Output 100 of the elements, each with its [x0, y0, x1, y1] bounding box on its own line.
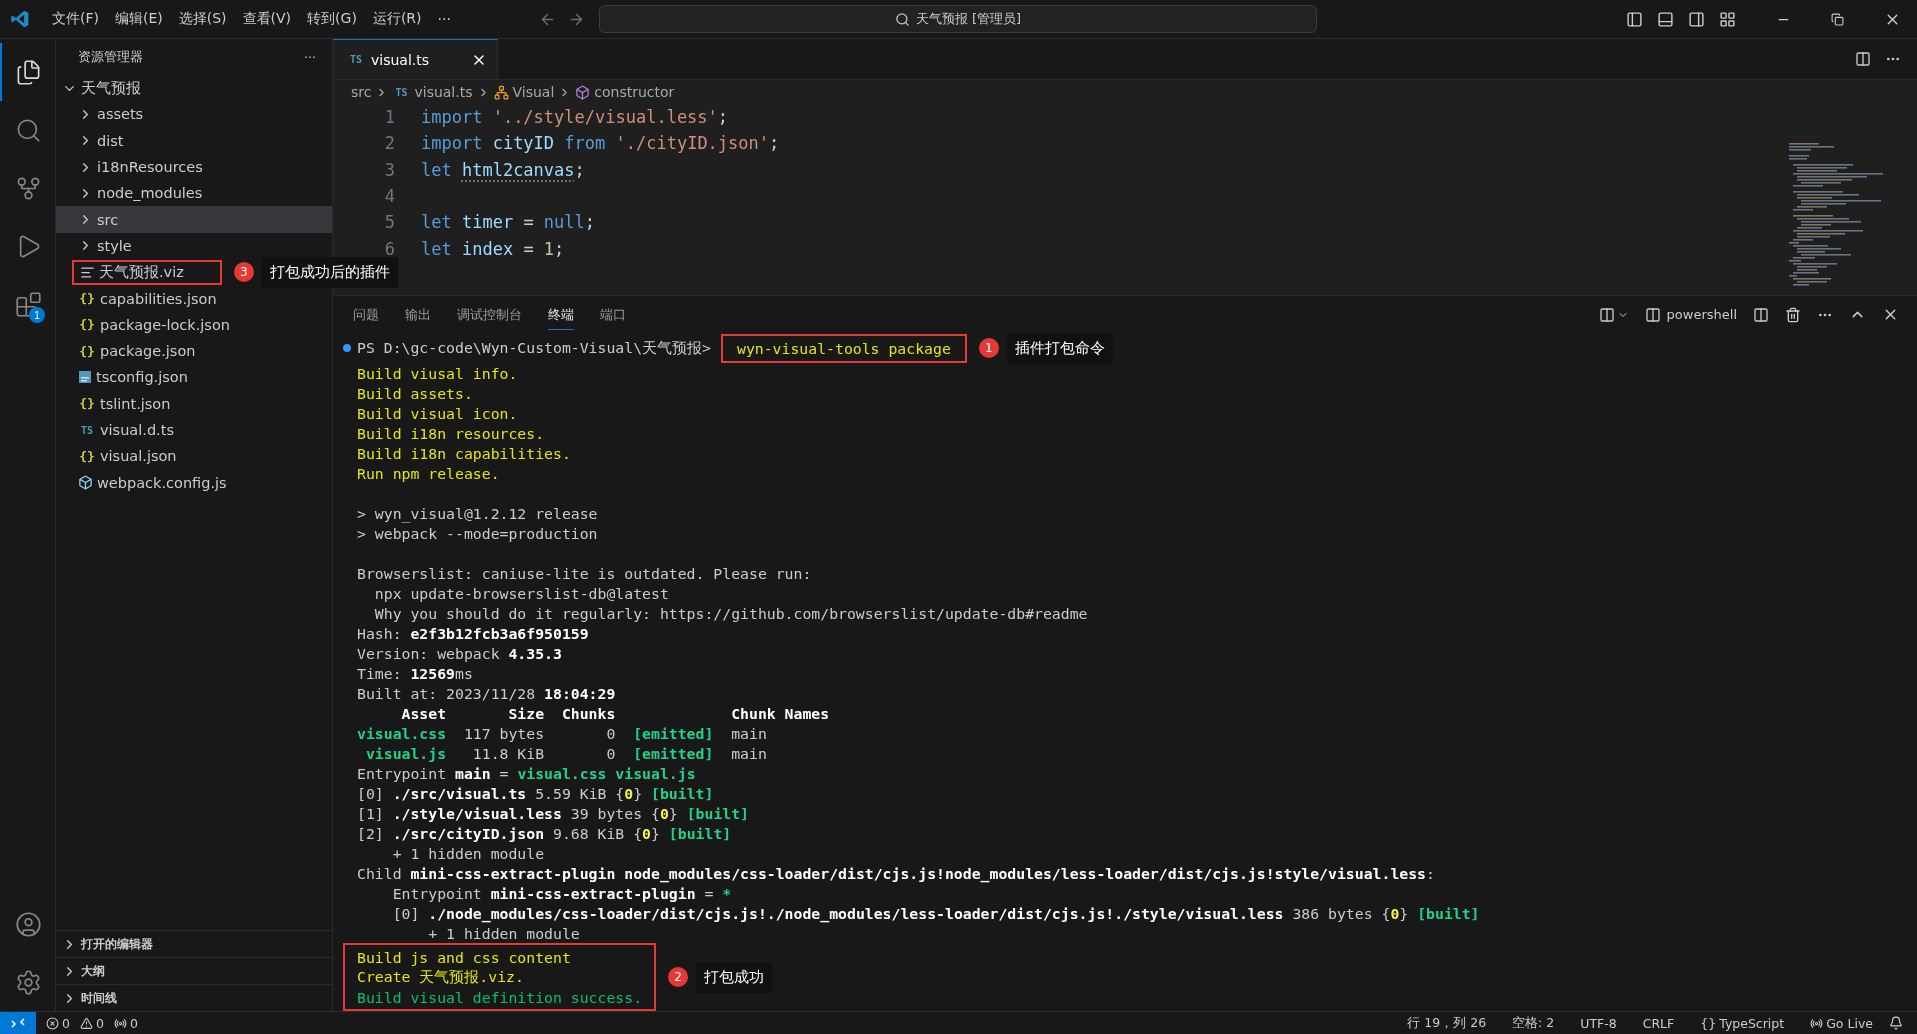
terminal-line: Asset Size Chunks Chunk Names	[400, 703, 831, 723]
warning-icon	[79, 1016, 93, 1030]
braces-icon: {}	[78, 291, 96, 306]
restore-icon[interactable]	[1831, 12, 1844, 26]
terminal-line: Build viusal info.	[357, 363, 519, 383]
terminal-line: [1] ./style/visual.less 39 bytes {0} [built]	[357, 803, 750, 823]
folder-name: src	[97, 211, 119, 228]
terminal-line: > wyn_visual@1.2.12 release	[357, 503, 599, 523]
tree-item[interactable]: {} package.json	[56, 337, 332, 365]
editor-tab[interactable]: TS visual.ts	[333, 39, 498, 79]
status-item[interactable]: CRLF	[1642, 1015, 1675, 1031]
split-editor-icon[interactable]	[1855, 51, 1871, 67]
files-icon	[15, 58, 42, 86]
panel-tab[interactable]: 终端	[548, 299, 574, 330]
status-item[interactable]: UTF-8	[1580, 1015, 1617, 1031]
tree-item[interactable]: TS visual.d.ts	[56, 416, 332, 444]
terminal-line: Why you should do it regularly: https://github.com/browserslist/update-db#readme	[373, 603, 1089, 623]
menu-item[interactable]: 编辑(E)	[107, 6, 171, 32]
tree-item[interactable]: node_modules	[56, 180, 332, 207]
panel-tab[interactable]: 输出	[405, 299, 431, 330]
menu-item[interactable]: 文件(F)	[44, 6, 107, 32]
terminal-line: Child mini-css-extract-plugin node_modules/css-loader/dist/cjs.js!node_modules/less-loader/dist/cjs.js!style/visual.less:	[357, 863, 1436, 883]
breadcrumb-item[interactable]: Visual	[493, 84, 555, 100]
tree-item[interactable]: i18nResources	[56, 153, 332, 181]
tree-item[interactable]: dist	[56, 127, 332, 154]
more-menu[interactable]: ···	[429, 7, 459, 31]
terminal-command: wyn-visual-tools package	[737, 339, 951, 357]
terminal-line: Built at: 2023/11/28 18:04:29	[357, 683, 617, 703]
breadcrumb-item[interactable]: src	[351, 84, 372, 100]
tree-item[interactable]: 天气预报.viz	[72, 259, 222, 285]
terminal-line: > webpack --mode=production	[357, 523, 599, 543]
radio-icon	[113, 1016, 127, 1030]
panel-tab[interactable]: 端口	[600, 299, 626, 330]
secondary-sidebar-icon[interactable]	[1688, 10, 1705, 28]
status-item[interactable]: {} TypeScript	[1700, 1015, 1785, 1031]
trash-icon[interactable]	[1785, 306, 1801, 323]
menu-item[interactable]: 运行(R)	[364, 6, 430, 32]
terminal-line: Run npm release.	[357, 463, 501, 483]
ts-icon: TS	[392, 86, 411, 98]
tree-item[interactable]: tsconfig.json	[56, 364, 332, 391]
panel-tab[interactable]: 调试控制台	[457, 299, 522, 330]
menu-item[interactable]: 查看(V)	[234, 6, 300, 32]
status-item[interactable]: 0	[113, 1015, 138, 1031]
status-item[interactable]: 0	[46, 1015, 70, 1031]
terminal-line: Entrypoint main = visual.css visual.js	[357, 763, 697, 783]
step-number: 1	[978, 338, 999, 358]
status-item[interactable]: Go Live	[1810, 1015, 1873, 1031]
line-number: 3	[383, 159, 396, 180]
config-file-icon	[78, 370, 92, 385]
terminal-line: Build i18n capabilities.	[357, 443, 572, 463]
breadcrumb-item[interactable]: constructor	[575, 84, 675, 100]
terminal-line: + 1 hidden module	[391, 843, 546, 863]
folder-name: 天气预报	[81, 78, 141, 98]
split-terminal-icon[interactable]	[1753, 306, 1769, 323]
tree-item[interactable]: {} package-lock.json	[56, 311, 332, 338]
lines-icon	[80, 264, 95, 280]
more-button[interactable]: ···	[304, 49, 316, 65]
terminal-line: + 1 hidden module	[427, 923, 581, 943]
tree-item[interactable]: {} visual.json	[56, 443, 332, 470]
panel-toggle-icon[interactable]	[1657, 10, 1674, 28]
file-name: visual.d.ts	[100, 422, 174, 438]
status-item[interactable]: 行 19，列 26	[1407, 1014, 1487, 1032]
terminal-line: Entrypoint mini-css-extract-plugin = *	[391, 883, 733, 903]
braces-icon: {}	[1700, 1015, 1717, 1031]
terminal-selector[interactable]: powershell	[1644, 306, 1737, 323]
terminal-line: Create 天气预报.viz.	[357, 967, 525, 987]
file-name: capabilities.json	[100, 290, 217, 307]
file-name: package.json	[100, 343, 196, 360]
menu-item[interactable]: 选择(S)	[170, 6, 235, 32]
status-item[interactable]: 空格: 2	[1512, 1014, 1555, 1032]
command-search[interactable]: 天气预报 [管理员]	[598, 5, 1317, 33]
cube-icon	[575, 84, 591, 100]
account-icon	[15, 910, 42, 938]
file-name: tsconfig.json	[96, 369, 188, 386]
sidebar-toggle-icon[interactable]	[1626, 10, 1643, 28]
menu-item[interactable]: 转到(G)	[299, 6, 365, 32]
tree-item[interactable]: {} capabilities.json	[56, 285, 332, 312]
line-number: 4	[383, 186, 396, 207]
code-line: import '../style/visual.less';	[421, 107, 729, 128]
tree-item[interactable]: assets	[56, 101, 332, 128]
tree-item[interactable]: src	[56, 206, 332, 233]
tree-item[interactable]: webpack.config.js	[56, 469, 332, 496]
extensions-tab[interactable]: 1	[0, 275, 55, 333]
bell-icon[interactable]	[1889, 1016, 1903, 1030]
cube-icon	[78, 475, 93, 491]
terminal-line: [0] ./src/visual.ts 5.59 KiB {0} [built]	[357, 783, 715, 803]
breadcrumb-item[interactable]: TS visual.ts	[392, 84, 473, 100]
error-icon	[46, 1016, 59, 1030]
section-header[interactable]: 打开的编辑器	[56, 930, 332, 957]
tree-item[interactable]: {} tslint.json	[56, 390, 332, 417]
search-icon	[894, 11, 910, 27]
status-item[interactable]: 0	[79, 1015, 104, 1031]
file-name: 天气预报.viz	[99, 262, 184, 282]
section-header[interactable]: 大纲	[56, 957, 332, 984]
section-header[interactable]: 时间线	[56, 984, 332, 1011]
tree-item[interactable]: 天气预报	[56, 75, 332, 102]
panel-tab[interactable]: 问题	[353, 299, 379, 330]
terminal-line: Build visual icon.	[357, 403, 519, 423]
layout-icon[interactable]	[1719, 10, 1736, 28]
callout-tooltip: 打包成功后的插件	[261, 256, 398, 288]
